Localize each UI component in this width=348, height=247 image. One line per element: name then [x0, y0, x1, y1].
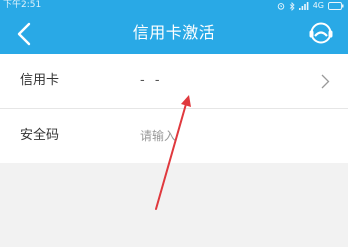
credit-card-label: 信用卡 [20, 73, 60, 88]
title-bar: 信用卡激活 [0, 12, 348, 54]
credit-card-row[interactable]: 信用卡 - - [0, 54, 348, 108]
signal-icon [298, 2, 309, 10]
status-icons: 4G [277, 1, 344, 11]
status-time: 下午2:51 [3, 0, 42, 10]
status-bar: 下午2:51 4G [0, 0, 348, 12]
credit-card-value: - - [140, 73, 163, 88]
back-chevron-icon [17, 22, 31, 46]
card-activation-form: 信用卡 - - 安全码 [0, 54, 348, 163]
customer-service-button[interactable] [308, 20, 334, 46]
network-type: 4G [312, 1, 324, 10]
battery-icon [328, 2, 344, 10]
security-code-label: 安全码 [20, 128, 60, 143]
security-code-row: 安全码 [0, 108, 348, 163]
back-button[interactable] [12, 21, 38, 47]
security-code-input[interactable] [140, 126, 320, 146]
alarm-icon [277, 3, 284, 10]
bluetooth-icon [289, 1, 295, 11]
page-title: 信用卡激活 [132, 23, 216, 42]
chevron-right-icon [321, 74, 330, 89]
customer-service-icon [309, 22, 333, 44]
